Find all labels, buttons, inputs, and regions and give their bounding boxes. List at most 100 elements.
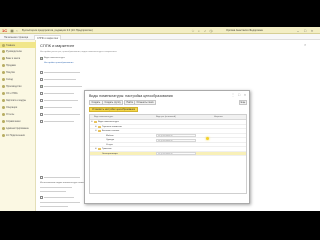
cancel-search-button[interactable]: Отменить поиск [134, 100, 157, 105]
set-price-settings-button[interactable]: Установить настройки ценообразования [89, 107, 139, 112]
option-checkbox[interactable] [40, 92, 43, 95]
option-checkbox[interactable] [40, 176, 43, 179]
maximize-icon[interactable]: □ [237, 93, 241, 97]
sidebar-item-label: Отчеты [6, 113, 15, 116]
sidebar-item-label: 1С:Подключения [6, 134, 25, 137]
option-label [44, 120, 74, 122]
sidebar-item-catalogs[interactable]: Справочники [0, 119, 36, 125]
option-checkbox[interactable] [40, 57, 43, 60]
sidebar-item-label: Зарплата и кадры [6, 99, 27, 102]
option-checkbox[interactable] [40, 120, 43, 123]
sidebar-item-admin[interactable]: Администрирование [0, 126, 36, 132]
close-icon[interactable]: × [243, 93, 247, 97]
sidebar-item-warehouse[interactable]: Склад [0, 77, 36, 83]
title-bar: 1С ▦ ‹ Бухгалтерия предприятия, редакция… [0, 27, 320, 34]
option-checkbox[interactable] [40, 99, 43, 102]
close-icon[interactable]: × [310, 29, 314, 33]
chart-icon [1, 50, 5, 53]
section-label: Виды номенклатуры [44, 57, 65, 59]
sidebar-item-reports[interactable]: Отчеты [0, 112, 36, 118]
search-icon[interactable]: ⌕ [197, 29, 201, 33]
price-settings-link[interactable]: Настройка ценообразования [44, 62, 73, 64]
price-kind-field[interactable]: не установлена [156, 152, 196, 156]
sidebar-item-sales[interactable]: Продажи [0, 63, 36, 69]
nomenclature-table: Вид номенклатуры Вид цен (основной) Наце… [89, 114, 247, 194]
operations-icon [1, 106, 5, 109]
sidebar-item-production[interactable]: Производство [0, 84, 36, 90]
sidebar-item-label: Главное [6, 43, 16, 47]
folder-icon [94, 121, 97, 124]
sidebar-item-bank[interactable]: Банк и касса [0, 56, 36, 62]
more-icon[interactable]: ⋮ [231, 93, 235, 97]
create-group-button[interactable]: Создать группу [102, 100, 124, 105]
sidebar-item-label: Производство [6, 85, 22, 88]
table-row-selected[interactable]: Электротовары не установлена [90, 151, 246, 156]
sidebar-item-label: Справочники [6, 120, 21, 123]
bell-icon[interactable]: ♪ [203, 29, 207, 33]
sidebar-item-label: Продажи [6, 64, 16, 67]
sidebar-item-label: Операции [6, 106, 18, 109]
sidebar-item-connect[interactable]: 1С:Подключения [0, 133, 36, 139]
sidebar-item-manager[interactable]: Руководителю [0, 49, 36, 55]
more-button[interactable]: Еще [239, 100, 247, 105]
option-label [44, 106, 72, 108]
menu-icon [1, 43, 5, 47]
form-description: Настройки учета цен, ценообразования, ви… [40, 51, 117, 53]
option-label [40, 202, 80, 204]
sidebar-item-salary[interactable]: Зарплата и кадры [0, 98, 36, 104]
option-checkbox[interactable] [40, 113, 43, 116]
screen: 1С ▦ ‹ Бухгалтерия предприятия, редакция… [0, 0, 320, 240]
folder-icon [98, 125, 101, 128]
price-settings-dialog: Виды номенклатуры: настройка ценообразов… [84, 90, 250, 204]
option-label [44, 71, 80, 73]
sidebar: Главное Руководителю Банк и касса Продаж… [0, 40, 36, 211]
reports-icon [1, 113, 5, 116]
application-window: 1С ▦ ‹ Бухгалтерия предприятия, редакция… [0, 27, 320, 211]
sidebar-item-main[interactable]: Главное [0, 42, 36, 48]
user-name[interactable]: Орлова Анастасия Федоровна [226, 29, 263, 32]
create-button[interactable]: Создать [89, 100, 103, 105]
option-label [40, 191, 66, 193]
option-label [44, 85, 82, 87]
back-icon[interactable]: ‹ [15, 29, 19, 33]
option-label [40, 187, 72, 189]
option-label [44, 113, 80, 115]
sidebar-item-label: Покупки [6, 71, 15, 74]
option-checkbox[interactable] [40, 78, 43, 81]
grid-icon[interactable]: ▦ [10, 29, 14, 33]
sidebar-item-assets[interactable]: ОС и НМА [0, 91, 36, 97]
sidebar-item-label: Руководителю [6, 50, 22, 53]
mouse-cursor-highlight [206, 137, 209, 140]
option-checkbox[interactable] [40, 85, 43, 88]
option-label [40, 206, 68, 208]
sidebar-item-label: Банк и касса [6, 57, 21, 60]
admin-icon [1, 127, 5, 130]
option-label [44, 196, 74, 198]
sidebar-item-operations[interactable]: Операции [0, 105, 36, 111]
price-kind-field[interactable]: не установлена [156, 138, 196, 142]
option-checkbox[interactable] [40, 71, 43, 74]
purchases-icon [1, 71, 5, 74]
price-kind-value: не установлена [158, 153, 173, 156]
factory-icon [1, 85, 5, 88]
option-label [44, 78, 76, 80]
sidebar-item-label: ОС и НМА [6, 92, 18, 95]
page-title: СППК и маркетинг [40, 43, 75, 48]
books-icon [1, 120, 5, 123]
sidebar-item-label: Администрирование [6, 127, 29, 130]
app-logo: 1С [2, 28, 8, 33]
sidebar-item-purchases[interactable]: Покупки [0, 70, 36, 76]
minimize-icon[interactable]: – [296, 29, 300, 33]
price-kind-field[interactable]: не установлена [156, 134, 196, 138]
warehouse-icon [1, 78, 5, 81]
option-checkbox[interactable] [40, 196, 43, 199]
folder-icon [98, 148, 101, 151]
star-icon[interactable]: ☆ [191, 29, 195, 33]
folder-icon [98, 130, 101, 133]
form-close-icon[interactable]: × [304, 42, 306, 47]
history-icon[interactable]: ◷ [209, 29, 213, 33]
option-label [44, 176, 80, 178]
dialog-title: Виды номенклатуры: настройка ценообразов… [89, 94, 173, 98]
option-checkbox[interactable] [40, 106, 43, 109]
maximize-icon[interactable]: □ [303, 29, 307, 33]
